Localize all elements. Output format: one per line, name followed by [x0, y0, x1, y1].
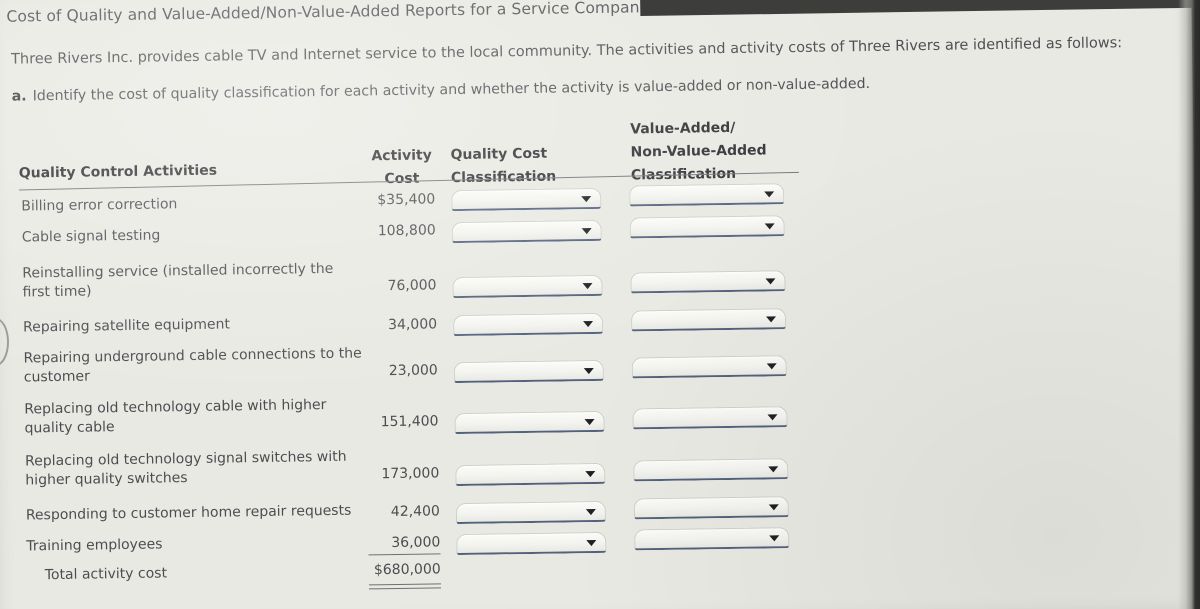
chevron-down-icon	[581, 196, 592, 203]
activity-label: Repairing satellite equipment	[22, 316, 231, 336]
value-added-classification-select[interactable]	[629, 215, 785, 239]
value-added-classification-select[interactable]	[631, 355, 787, 379]
column-header-activity-cost: Activity Cost	[370, 144, 433, 191]
quality-cost-classification-select[interactable]	[452, 274, 603, 299]
chevron-down-icon	[585, 509, 596, 516]
chevron-down-icon	[764, 223, 775, 230]
column-header-value-added-line1: Value-Added/	[630, 119, 736, 138]
activity-label: Cable signal testing	[21, 227, 161, 246]
total-double-rule-bottom	[369, 587, 442, 590]
value-added-classification-select[interactable]	[633, 458, 789, 482]
activity-label: Training employees	[26, 536, 163, 555]
value-added-classification-select[interactable]	[630, 270, 786, 294]
table-row: Replacing old technology cable with high…	[6, 389, 826, 436]
table-row: Training employees 36,000	[8, 526, 828, 556]
chevron-down-icon	[585, 471, 596, 478]
quality-cost-classification-select[interactable]	[452, 312, 604, 337]
activity-cost: 36,000	[391, 534, 441, 552]
activity-label: Replacing old technology signal switches…	[24, 448, 347, 489]
activity-label: Billing error correction	[21, 196, 178, 215]
value-added-classification-select[interactable]	[633, 496, 789, 520]
quality-cost-classification-select[interactable]	[453, 359, 604, 384]
quality-cost-classification-select[interactable]	[451, 187, 602, 212]
chevron-down-icon	[584, 419, 595, 426]
chevron-down-icon	[581, 228, 592, 235]
activity-cost: $35,400	[377, 191, 436, 209]
value-added-classification-select[interactable]	[634, 527, 790, 551]
table-row: Responding to customer home repair reque…	[8, 495, 828, 525]
chevron-down-icon	[765, 278, 776, 285]
column-header-value-added-classification: Value-Added/ Non-Value-Added Classificat…	[630, 116, 767, 187]
table-row: Reinstalling service (installed incorrec…	[4, 253, 824, 300]
activity-cost: 108,800	[377, 222, 436, 240]
chevron-down-icon	[583, 321, 594, 328]
activity-cost: 151,400	[380, 413, 439, 431]
document-content: Cost of Quality and Value-Added/Non-Valu…	[0, 0, 1184, 609]
activity-cost: 23,000	[388, 362, 438, 380]
total-row: Total activity cost $680,000	[9, 556, 829, 583]
table-row: Cable signal testing 108,800	[4, 215, 824, 245]
value-added-classification-select[interactable]	[630, 308, 787, 332]
column-header-quality-cost-classification: Quality Cost Classification	[450, 143, 556, 191]
chevron-down-icon	[766, 363, 777, 370]
activity-cost: 173,000	[381, 465, 440, 483]
requirement-a: a. Identify the cost of quality classific…	[12, 76, 871, 105]
activity-cost: 34,000	[387, 316, 438, 334]
quality-cost-classification-select[interactable]	[451, 219, 602, 244]
column-header-activity-cost-line1: Activity	[371, 147, 432, 165]
total-double-rule-top	[368, 583, 441, 586]
activity-label: Responding to customer home repair reque…	[25, 502, 352, 524]
quality-control-table: Quality Control Activities Activity Cost…	[2, 112, 829, 594]
page-title: Cost of Quality and Value-Added/Non-Valu…	[6, 0, 650, 26]
quality-cost-classification-select[interactable]	[455, 500, 607, 525]
value-added-classification-select[interactable]	[632, 406, 788, 430]
table-row: Repairing underground cable connections …	[5, 338, 825, 385]
quality-cost-classification-select[interactable]	[455, 462, 606, 487]
total-label: Total activity cost	[44, 565, 168, 584]
quality-cost-classification-select[interactable]	[454, 410, 605, 435]
column-header-value-added-line2: Non-Value-Added	[630, 142, 767, 161]
table-row: Replacing old technology signal switches…	[7, 441, 827, 488]
chevron-down-icon	[582, 283, 593, 290]
chevron-down-icon	[767, 414, 778, 421]
activity-label: Reinstalling service (installed incorrec…	[22, 260, 334, 301]
photo-frame: Cost of Quality and Value-Added/Non-Valu…	[0, 0, 1200, 609]
screen-surface: Cost of Quality and Value-Added/Non-Valu…	[0, 0, 1200, 609]
chevron-down-icon	[768, 466, 779, 473]
chevron-down-icon	[583, 368, 594, 375]
subtotal-divider	[368, 553, 441, 556]
chevron-down-icon	[769, 535, 780, 542]
table-row: Repairing satellite equipment 34,000	[5, 307, 825, 337]
intro-paragraph: Three Rivers Inc. provides cable TV and …	[11, 35, 1123, 68]
activity-cost: 76,000	[387, 277, 437, 295]
activity-label: Repairing underground cable connections …	[23, 345, 362, 386]
chevron-down-icon	[586, 540, 597, 547]
requirement-text: Identify the cost of quality classificat…	[32, 75, 871, 105]
requirement-letter: a.	[11, 88, 27, 105]
activity-label: Replacing old technology cable with high…	[24, 396, 327, 437]
value-added-classification-select[interactable]	[629, 183, 785, 207]
chevron-down-icon	[768, 504, 779, 511]
chevron-down-icon	[764, 191, 775, 198]
quality-cost-classification-select[interactable]	[456, 531, 607, 556]
column-header-quality-cost-line1: Quality Cost	[450, 145, 548, 164]
column-header-activities: Quality Control Activities	[18, 162, 218, 182]
activity-cost: 42,400	[390, 503, 440, 521]
total-value: $680,000	[373, 561, 441, 579]
chevron-down-icon	[766, 316, 777, 323]
